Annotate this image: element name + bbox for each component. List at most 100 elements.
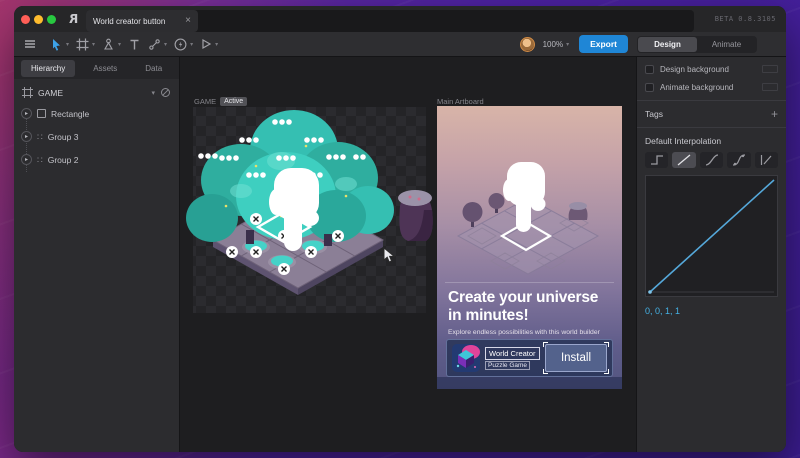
group-icon: ∷ (37, 131, 43, 142)
hamburger-icon (23, 37, 37, 51)
interp-elastic-button[interactable] (727, 152, 751, 168)
artboard-chevron-icon[interactable]: ▾ (151, 89, 155, 97)
interpolation-header: Default Interpolation (645, 136, 722, 146)
rectangle-shape-icon (37, 109, 46, 118)
background-value-box[interactable] (762, 83, 778, 91)
selection-corner (604, 342, 609, 347)
divider (637, 100, 786, 101)
app-window: R World creator button × BETA 0.8.3105 ▾ (14, 6, 786, 452)
disclosure-icon[interactable]: ▸ (21, 154, 32, 165)
game-scene[interactable] (186, 106, 438, 318)
main-artboard-label[interactable]: Main Artboard (437, 97, 484, 106)
tree-row-group3[interactable]: ▸ ∷ Group 3 (14, 125, 179, 148)
interpolation-buttons (637, 150, 786, 168)
play-tool-button[interactable]: ▾ (200, 38, 218, 50)
text-tool-icon (128, 38, 141, 51)
zoom-window-button[interactable] (47, 14, 56, 24)
title-bar: R World creator button × BETA 0.8.3105 (14, 6, 786, 32)
tab-close-icon[interactable]: × (185, 16, 191, 26)
window-controls (21, 6, 56, 32)
selection-corner (543, 369, 548, 374)
interp-linear-button[interactable] (672, 152, 696, 168)
artboard-tool-button[interactable]: ▾ (76, 38, 95, 51)
main-artboard[interactable]: Create your universe in minutes! Explore… (437, 106, 622, 389)
bone-icon (148, 38, 161, 51)
mouse-cursor (383, 247, 395, 263)
linear-curve (649, 179, 775, 293)
zoom-level-dropdown[interactable]: 100% ▾ (543, 40, 569, 49)
promo-headline: Create your universe in minutes! (448, 289, 599, 324)
tags-header: Tags + (645, 107, 778, 121)
tab-data[interactable]: Data (135, 60, 172, 77)
events-tool-caret-icon[interactable]: ▾ (190, 41, 193, 48)
minimize-window-button[interactable] (34, 14, 43, 24)
play-tool-caret-icon[interactable]: ▾ (215, 41, 218, 48)
animate-mode-tab[interactable]: Animate (697, 37, 756, 52)
background-value-box[interactable] (762, 65, 778, 73)
color-swatch[interactable] (645, 82, 654, 92)
close-window-button[interactable] (21, 14, 30, 24)
file-tab[interactable]: World creator button × (86, 10, 198, 32)
interp-hold-button[interactable] (645, 152, 669, 168)
bone-tool-caret-icon[interactable]: ▾ (164, 41, 167, 48)
interp-custom-button[interactable] (754, 152, 779, 168)
artboard-bottom-band (437, 377, 622, 389)
add-tag-icon[interactable]: + (771, 108, 778, 120)
tab-assets[interactable]: Assets (83, 60, 127, 77)
rock[interactable] (398, 190, 433, 241)
tab-strip: World creator button × (86, 10, 694, 32)
app-name-field[interactable]: World Creator (485, 346, 540, 360)
select-tool-button[interactable]: ▾ (50, 38, 69, 51)
divider (445, 282, 614, 283)
disclosure-icon[interactable]: ▸ (21, 108, 32, 119)
artboard-header-row[interactable]: GAME ▾ (14, 84, 179, 102)
toolbar-right: 100% ▾ Export Design Animate (519, 35, 757, 53)
text-tool-button[interactable] (128, 38, 141, 51)
interpolation-graph[interactable] (645, 175, 778, 297)
artboard-name: GAME (38, 88, 64, 98)
selection-corner (543, 342, 548, 347)
rive-logo: R (69, 12, 79, 26)
export-button[interactable]: Export (579, 35, 628, 53)
bone-tool-button[interactable]: ▾ (148, 38, 167, 51)
pen-nib-icon (102, 38, 115, 51)
events-tool-button[interactable]: ▾ (174, 38, 193, 51)
interp-cubic-button[interactable] (699, 152, 724, 168)
cubic-values-label: 0, 0, 1, 1 (645, 306, 681, 316)
color-swatch[interactable] (645, 64, 654, 74)
zoom-level-value: 100% (542, 39, 564, 49)
tree-row-rectangle[interactable]: ▸ Rectangle (14, 102, 179, 125)
artboard-icon (22, 86, 33, 100)
user-avatar[interactable] (519, 36, 535, 52)
main-menu-button[interactable] (23, 37, 37, 51)
game-app-icon (452, 344, 480, 372)
promo-card[interactable]: World Creator Puzzle Game Install (446, 339, 613, 377)
hierarchy-panel: Hierarchy Assets Data GAME ▾ ▸ Rectangle… (14, 57, 180, 452)
app-category-field[interactable]: Puzzle Game (485, 360, 531, 370)
tab-hierarchy[interactable]: Hierarchy (21, 59, 76, 77)
design-mode-tab[interactable]: Design (638, 36, 697, 52)
design-canvas[interactable]: GAME Active Main Artboard Create your un… (180, 57, 636, 452)
mode-toggle: Design Animate (637, 35, 757, 53)
game-artboard-label[interactable]: GAME Active (194, 97, 248, 106)
artboard-options-icon[interactable] (160, 87, 171, 100)
main-artboard-scene (456, 162, 600, 275)
pen-tool-button[interactable]: ▾ (102, 38, 121, 51)
artboard-tool-caret-icon[interactable]: ▾ (92, 41, 95, 48)
select-tool-caret-icon[interactable]: ▾ (66, 41, 69, 48)
hierarchy-tree: ▸ Rectangle ▸ ∷ Group 3 ▸ ∷ Group 2 (14, 102, 179, 172)
active-badge: Active (220, 97, 248, 106)
pen-tool-caret-icon[interactable]: ▾ (118, 41, 121, 48)
promo-subtext: Explore endless possibilities with this … (448, 329, 600, 336)
zoom-caret-icon: ▾ (566, 41, 570, 48)
app-text-fields: World Creator Puzzle Game (485, 346, 540, 370)
lightning-circle-icon (174, 38, 187, 51)
disclosure-icon[interactable]: ▸ (21, 131, 32, 142)
animate-background-row[interactable]: Animate background (637, 78, 786, 96)
design-background-row[interactable]: Design background (637, 60, 786, 78)
beta-version-label: BETA 0.8.3105 (714, 15, 776, 23)
install-button[interactable]: Install (543, 342, 609, 374)
main-area: Hierarchy Assets Data GAME ▾ ▸ Rectangle… (14, 57, 786, 452)
tree-row-group2[interactable]: ▸ ∷ Group 2 (14, 148, 179, 171)
file-tab-title: World creator button (93, 16, 166, 26)
